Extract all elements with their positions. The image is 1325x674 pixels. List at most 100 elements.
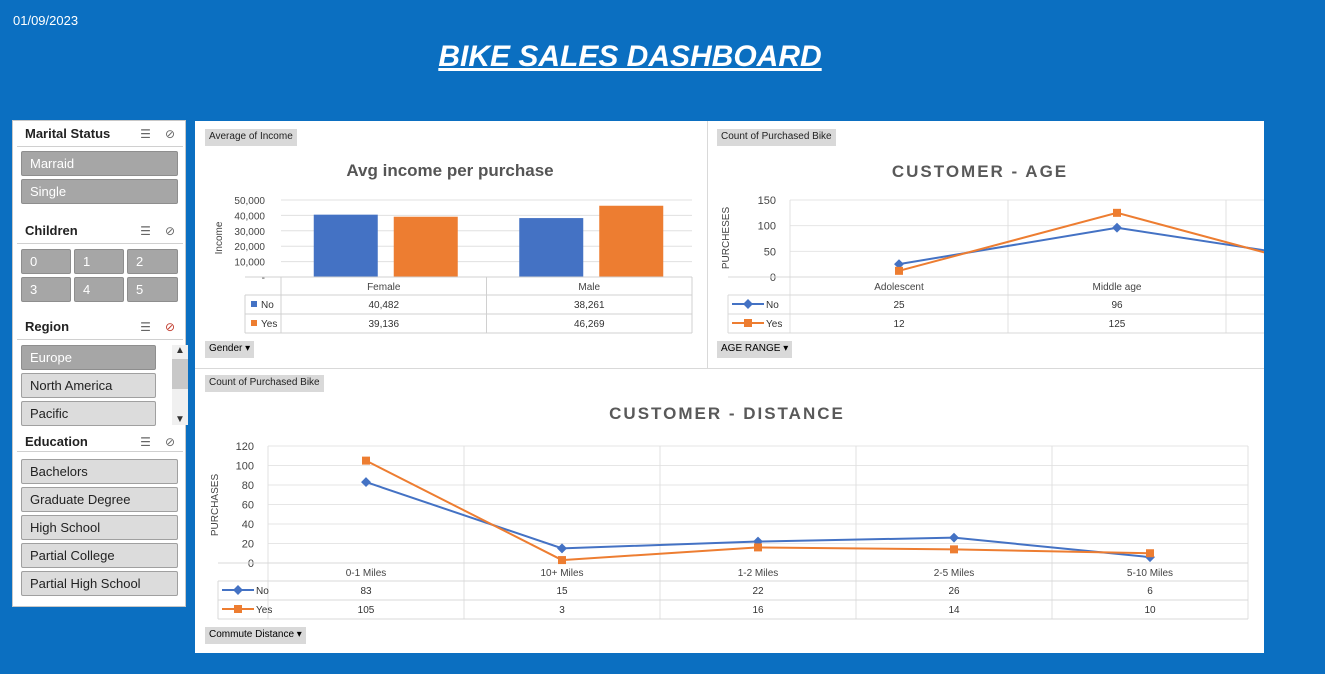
series-line-no [898, 226, 1264, 266]
slicer-item-europe[interactable]: Europe [21, 345, 156, 370]
slicer-region: Region ☰ ⊘ Europe North America Pacific … [13, 314, 188, 426]
x-category-label: 0-1 Miles [346, 568, 387, 579]
slicer-title: Region [25, 319, 70, 334]
distance-chart: CUSTOMER - DISTANCEPURCHASES120100806040… [210, 404, 1249, 620]
dashboard-title: BIKE SALES DASHBOARD [438, 40, 822, 73]
y-axis-label: Income [214, 221, 225, 254]
slicer-title: Children [25, 223, 78, 238]
slicer-item-single[interactable]: Single [21, 179, 178, 204]
point-no [1112, 222, 1122, 233]
data-label: 39,136 [368, 319, 399, 330]
clear-filter-icon[interactable]: ⊘ [165, 435, 175, 449]
slicer-item-graduate-degree[interactable]: Graduate Degree [21, 487, 178, 512]
legend-marker [233, 585, 243, 595]
clear-filter-icon[interactable]: ⊘ [165, 320, 175, 334]
data-label: 105 [358, 605, 375, 616]
legend-key-yes [251, 320, 257, 326]
bar-yes-male [599, 205, 664, 277]
point-yes [895, 266, 903, 275]
legend-marker [743, 299, 753, 309]
point-no [361, 477, 371, 488]
x-category-label: Adolescent [874, 282, 924, 293]
slicer-children: Children ☰ ⊘ 0 1 2 3 4 5 [13, 218, 187, 302]
legend-label: No [256, 586, 269, 597]
data-label: 25 [893, 300, 905, 311]
multi-select-icon[interactable]: ☰ [140, 435, 151, 449]
y-tick-label: 10,000 [234, 258, 265, 269]
legend-label: Yes [261, 319, 277, 330]
data-label: 12 [893, 319, 905, 330]
y-tick-label: 20 [242, 539, 254, 551]
slicer-item-children-0[interactable]: 0 [21, 249, 71, 274]
point-yes [950, 545, 958, 554]
data-label: 26 [948, 586, 960, 597]
x-category-label: Middle age [1093, 282, 1142, 293]
slicer-marital-status: Marital Status ☰ ⊘ Marraid Single [13, 121, 187, 204]
slicer-item-children-4[interactable]: 4 [74, 277, 124, 302]
point-no [949, 532, 959, 543]
slicer-title: Education [25, 434, 88, 449]
slicer-item-north-america[interactable]: North America [21, 373, 156, 398]
scroll-thumb[interactable] [172, 359, 188, 389]
y-tick-label: 50,000 [234, 196, 265, 207]
point-no [557, 543, 567, 554]
x-category-label: 1-2 Miles [738, 568, 779, 579]
chart-title: CUSTOMER - AGE [892, 162, 1068, 181]
slicer-item-high-school[interactable]: High School [21, 515, 178, 540]
chart-title: CUSTOMER - DISTANCE [609, 404, 845, 423]
x-category-label: 5-10 Miles [1127, 568, 1173, 579]
y-tick-label: 0 [770, 272, 776, 284]
y-axis-label: PURCHASES [210, 474, 221, 537]
slicer-item-bachelors[interactable]: Bachelors [21, 459, 178, 484]
point-yes [558, 556, 566, 565]
slicer-item-children-1[interactable]: 1 [74, 249, 124, 274]
slicer-item-pacific[interactable]: Pacific [21, 401, 156, 426]
legend-label: No [766, 300, 779, 311]
data-label: 125 [1109, 319, 1126, 330]
slicer-item-children-5[interactable]: 5 [127, 277, 178, 302]
data-label: 14 [948, 605, 960, 616]
chart-title: Avg income per purchase [346, 161, 553, 180]
report-date: 01/09/2023 [13, 13, 79, 28]
legend-marker [234, 605, 242, 613]
y-tick-label: 0 [248, 558, 254, 570]
data-label: 96 [1111, 300, 1123, 311]
point-yes [1146, 549, 1154, 558]
scroll-down-icon[interactable]: ▼ [175, 414, 185, 425]
multi-select-icon[interactable]: ☰ [140, 127, 151, 141]
slicer-item-children-2[interactable]: 2 [127, 249, 178, 274]
age-chart: CUSTOMER - AGE PURCHESES 150 100 50 0 Adolesce… [721, 162, 1264, 334]
y-tick-label: 60 [242, 500, 254, 512]
slicer-item-children-3[interactable]: 3 [21, 277, 71, 302]
y-tick-label: - [262, 273, 265, 284]
slicer-item-partial-high-school[interactable]: Partial High School [21, 571, 178, 596]
y-tick-label: 120 [236, 441, 254, 453]
data-label: 83 [360, 586, 372, 597]
x-category-label: 10+ Miles [540, 568, 583, 579]
data-label: 38,261 [574, 300, 605, 311]
y-tick-label: 30,000 [234, 227, 265, 238]
bar-no-male [519, 218, 584, 277]
y-tick-label: 40,000 [234, 211, 265, 222]
slicer-item-marraid[interactable]: Marraid [21, 151, 178, 176]
multi-select-icon[interactable]: ☰ [140, 320, 151, 334]
multi-select-icon[interactable]: ☰ [140, 224, 151, 238]
data-label: 6 [1147, 586, 1153, 597]
chart-area: Average of Income Gender ▾ Count of Purc… [195, 121, 1264, 653]
data-label: 3 [559, 605, 565, 616]
scroll-up-icon[interactable]: ▲ [175, 345, 185, 356]
clear-filter-icon[interactable]: ⊘ [165, 127, 175, 141]
data-label: 22 [752, 586, 764, 597]
slicer-item-partial-college[interactable]: Partial College [21, 543, 178, 568]
y-tick-label: 20,000 [234, 242, 265, 253]
slicer-panel: Marital Status ☰ ⊘ Marraid Single Childr… [12, 120, 188, 607]
clear-filter-icon[interactable]: ⊘ [165, 224, 175, 238]
legend-label: Yes [766, 319, 782, 330]
x-category-label: Female [367, 282, 401, 293]
bar-yes-female [393, 216, 458, 277]
data-label: 46,269 [574, 319, 605, 330]
region-scrollbar[interactable]: ▲ ▼ [172, 345, 188, 425]
legend-key-no [251, 301, 257, 307]
x-category-label: 2-5 Miles [934, 568, 975, 579]
x-category-label: Male [578, 282, 600, 293]
